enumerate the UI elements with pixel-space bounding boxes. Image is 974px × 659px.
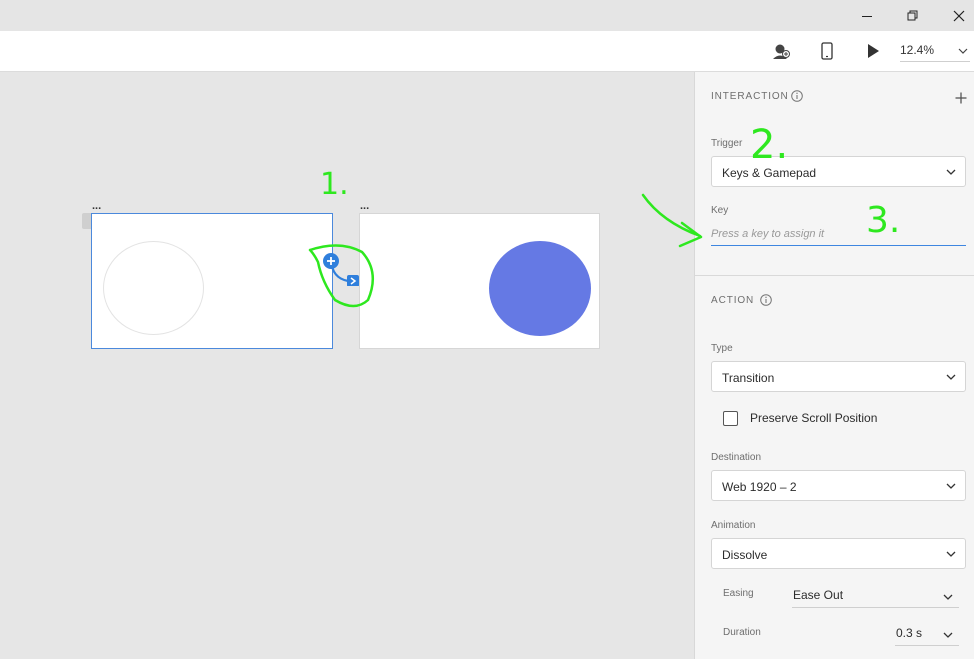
interaction-section-title: INTERACTION	[711, 91, 789, 102]
info-icon[interactable]	[791, 90, 803, 102]
property-inspector-panel: INTERACTION Trigger Keys & Gamepad Key A…	[694, 72, 974, 659]
chevron-down-icon	[943, 594, 953, 600]
duration-value: 0.3 s	[896, 626, 923, 640]
preserve-scroll-label[interactable]: Preserve Scroll Position	[750, 411, 877, 425]
trigger-dropdown[interactable]: Keys & Gamepad	[711, 156, 966, 187]
destination-label: Destination	[711, 452, 762, 463]
section-divider	[695, 275, 974, 276]
chevron-down-icon	[946, 483, 956, 489]
chevron-right-icon[interactable]	[347, 275, 359, 286]
artboard-2[interactable]	[359, 213, 600, 349]
add-user-icon	[773, 44, 790, 59]
share-user-button[interactable]	[768, 40, 794, 62]
easing-select[interactable]: Ease Out	[792, 586, 959, 608]
circle-filled-shape[interactable]	[489, 241, 591, 336]
add-interaction-icon[interactable]	[955, 92, 967, 104]
type-value: Transition	[722, 371, 775, 385]
trigger-value: Keys & Gamepad	[722, 166, 817, 180]
preserve-scroll-checkbox[interactable]	[723, 411, 738, 426]
phone-icon	[821, 42, 833, 60]
close-icon	[953, 10, 965, 21]
chevron-down-icon	[943, 632, 953, 638]
design-canvas[interactable]: ... ...	[0, 72, 694, 659]
chevron-down-icon	[946, 169, 956, 175]
trigger-label: Trigger	[711, 138, 743, 149]
animation-dropdown[interactable]: Dissolve	[711, 538, 966, 569]
minimize-icon	[862, 15, 872, 17]
key-assign-input[interactable]	[711, 222, 966, 246]
wire-endpoint-handle[interactable]	[347, 275, 359, 286]
animation-value: Dissolve	[722, 548, 768, 562]
type-dropdown[interactable]: Transition	[711, 361, 966, 392]
action-section-title: ACTION	[711, 295, 755, 306]
artboard-2-label[interactable]: ...	[360, 201, 369, 212]
chevron-down-icon	[946, 374, 956, 380]
minimize-button[interactable]	[844, 0, 890, 31]
type-label: Type	[711, 343, 733, 354]
restore-icon	[907, 10, 918, 20]
destination-value: Web 1920 – 2	[722, 480, 797, 494]
artboard-1-label[interactable]: ...	[92, 201, 101, 212]
duration-select[interactable]: 0.3 s	[895, 624, 959, 646]
easing-value: Ease Out	[793, 588, 844, 602]
easing-label: Easing	[723, 588, 754, 599]
destination-dropdown[interactable]: Web 1920 – 2	[711, 470, 966, 501]
restore-button[interactable]	[890, 0, 936, 31]
duration-label: Duration	[723, 627, 761, 638]
zoom-value: 12.4%	[900, 43, 935, 57]
zoom-select[interactable]: 12.4%	[900, 42, 970, 62]
close-button[interactable]	[936, 0, 974, 31]
key-label: Key	[711, 205, 729, 216]
circle-outline-shape[interactable]	[103, 241, 204, 335]
chevron-down-icon	[958, 48, 968, 54]
window-title-bar	[0, 0, 974, 31]
app-toolbar: 12.4%	[0, 31, 974, 72]
artboard-1[interactable]	[91, 213, 333, 349]
play-icon	[868, 44, 879, 58]
prototype-wire[interactable]	[318, 246, 366, 286]
info-icon[interactable]	[760, 294, 772, 306]
play-preview-button[interactable]	[860, 40, 886, 62]
artboard-1-grip[interactable]	[82, 213, 91, 229]
device-preview-button[interactable]	[814, 40, 840, 62]
animation-label: Animation	[711, 520, 756, 531]
chevron-down-icon	[946, 551, 956, 557]
add-interaction-handle[interactable]	[323, 253, 339, 269]
